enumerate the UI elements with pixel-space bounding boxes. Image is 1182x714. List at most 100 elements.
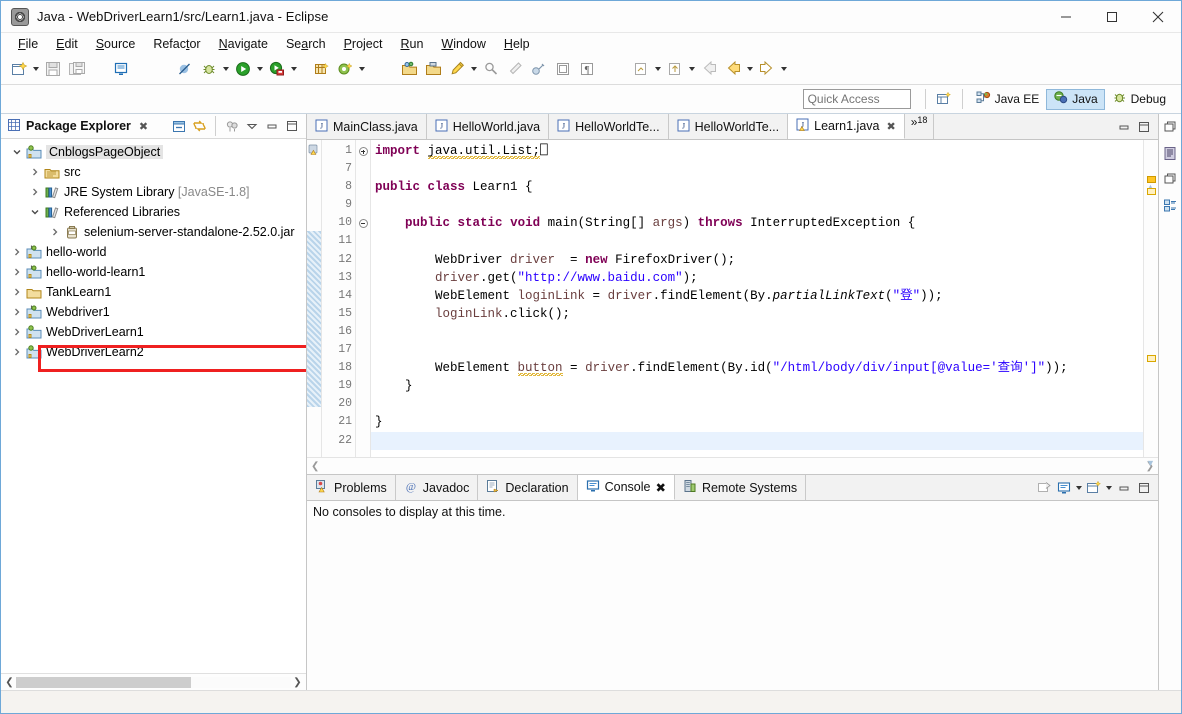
menu-source[interactable]: Source [87, 35, 145, 53]
expand-chevron-right-icon[interactable] [9, 267, 25, 277]
scroll-thumb[interactable] [16, 677, 191, 688]
tree-item-jre-system-library[interactable]: JRE System Library [JavaSE-1.8] [1, 182, 306, 202]
close-button[interactable] [1135, 1, 1181, 32]
scroll-left-icon[interactable]: ❮ [311, 461, 319, 472]
show-whitespace-icon[interactable] [552, 58, 574, 80]
collapse-all-icon[interactable] [169, 116, 189, 136]
editor-tab-mainclass-java[interactable]: J MainClass.java [307, 114, 427, 139]
maximize-editor-icon[interactable] [1134, 117, 1154, 137]
menu-run[interactable]: Run [391, 35, 432, 53]
tab-declaration[interactable]: Declaration [478, 475, 577, 500]
editor-tab-overflow[interactable]: »18 [905, 114, 935, 139]
link-with-editor-icon[interactable] [189, 116, 209, 136]
expand-chevron-down-icon[interactable] [9, 147, 25, 157]
overview-marker[interactable] [1147, 188, 1156, 195]
editor-code-text[interactable]: import java.util.List;⎕ public class Lea… [371, 140, 1143, 457]
previous-annotation-icon[interactable] [698, 58, 720, 80]
pin-editor-icon[interactable] [480, 58, 502, 80]
tree-item-webdriverlearn1[interactable]: WebDriverLearn1 [1, 322, 306, 342]
package-explorer-tree[interactable]: CnblogsPageObject src JRE System L [1, 139, 306, 673]
toggle-block-selection-icon[interactable] [528, 58, 550, 80]
expand-chevron-right-icon[interactable] [9, 347, 25, 357]
external-tools-caret[interactable] [289, 59, 299, 79]
tab-remote-systems[interactable]: Remote Systems [675, 475, 806, 500]
view-menu-icon[interactable] [242, 116, 262, 136]
next-annotation-caret[interactable] [687, 59, 697, 79]
package-explorer-hscrollbar[interactable]: ❮ ❯ [1, 673, 306, 690]
tree-item-src[interactable]: src [1, 162, 306, 182]
run-caret[interactable] [255, 59, 265, 79]
menu-edit[interactable]: Edit [47, 35, 87, 53]
close-icon[interactable]: ✖ [886, 120, 895, 133]
outline-view-icon[interactable] [1161, 144, 1179, 162]
editor-overview-ruler[interactable]: ▲ ▼ [1143, 140, 1158, 457]
expand-chevron-right-icon[interactable] [9, 247, 25, 257]
next-annotation-icon[interactable] [664, 58, 686, 80]
tab-javadoc[interactable]: @ Javadoc [396, 475, 479, 500]
editor-annotation-ruler[interactable] [307, 140, 322, 457]
view-menu-filter-icon[interactable] [222, 116, 242, 136]
tree-item-cnblogspageobject[interactable]: CnblogsPageObject [1, 142, 306, 162]
scroll-left-icon[interactable]: ❮ [3, 676, 16, 689]
new-class-caret[interactable] [357, 59, 367, 79]
tab-console[interactable]: Console ✖ [578, 475, 675, 500]
close-icon[interactable]: ✖ [139, 120, 148, 133]
menu-help[interactable]: Help [495, 35, 539, 53]
fold-collapse-icon[interactable] [359, 219, 368, 228]
expand-chevron-down-icon[interactable] [27, 207, 43, 217]
editor-tab-helloworld-java[interactable]: J HelloWorld.java [427, 114, 549, 139]
expand-chevron-right-icon[interactable] [9, 327, 25, 337]
open-console-icon[interactable] [1084, 478, 1104, 498]
restore-icon-2[interactable] [1161, 170, 1179, 188]
clear-console-icon[interactable] [1034, 478, 1054, 498]
search-icon[interactable] [446, 58, 468, 80]
last-edit-caret[interactable] [653, 59, 663, 79]
fold-expand-icon[interactable] [359, 147, 368, 156]
editor-folding-ruler[interactable] [356, 140, 371, 457]
new-dropdown-caret[interactable] [31, 59, 41, 79]
expand-chevron-right-icon[interactable] [27, 167, 43, 177]
tab-package-explorer[interactable]: Package Explorer ✖ [1, 115, 154, 138]
tree-item-tanklearn1[interactable]: TankLearn1 [1, 282, 306, 302]
new-wizard-icon[interactable] [8, 58, 30, 80]
tree-item-hello-world-learn1[interactable]: M hello-world-learn1 [1, 262, 306, 282]
save-all-icon[interactable] [66, 58, 88, 80]
open-task-icon[interactable] [422, 58, 444, 80]
restore-icon[interactable] [1161, 118, 1179, 136]
search-caret[interactable] [469, 59, 479, 79]
menu-file[interactable]: File [9, 35, 47, 53]
open-type-icon[interactable] [398, 58, 420, 80]
editor-tab-learn1-java[interactable]: J Learn1.java ✖ [788, 114, 905, 139]
scroll-down-icon[interactable]: ▼ [1146, 458, 1155, 468]
menu-navigate[interactable]: Navigate [210, 35, 277, 53]
minimize-view-icon[interactable] [1114, 478, 1134, 498]
debug-icon[interactable] [198, 58, 220, 80]
expand-chevron-right-icon[interactable] [27, 187, 43, 197]
editor-tab-helloworldte-2[interactable]: J HelloWorldTe... [669, 114, 789, 139]
run-external-tools-icon[interactable] [266, 58, 288, 80]
tree-item-webdriverlearn2[interactable]: WebDriverLearn2 [1, 342, 306, 362]
expand-chevron-right-icon[interactable] [47, 227, 63, 237]
expand-chevron-right-icon[interactable] [9, 307, 25, 317]
scroll-right-icon[interactable]: ❯ [291, 676, 304, 689]
open-console-caret[interactable] [1104, 478, 1114, 498]
back-icon[interactable] [722, 58, 744, 80]
tree-item-selenium-server-standalone-jar[interactable]: selenium-server-standalone-2.52.0.jar [1, 222, 306, 242]
tree-item-webdriver1[interactable]: M Webdriver1 [1, 302, 306, 322]
run-icon[interactable] [232, 58, 254, 80]
skip-breakpoints-icon[interactable] [174, 58, 196, 80]
show-pilcrow-icon[interactable]: ¶ [576, 58, 598, 80]
menu-refactor[interactable]: Refactor [144, 35, 209, 53]
back-caret[interactable] [745, 59, 755, 79]
overview-marker[interactable] [1147, 355, 1156, 362]
tree-item-referenced-libraries[interactable]: Referenced Libraries [1, 202, 306, 222]
last-edit-location-icon[interactable] [630, 58, 652, 80]
display-selected-console-icon[interactable] [1054, 478, 1074, 498]
debug-caret[interactable] [221, 59, 231, 79]
save-icon[interactable] [42, 58, 64, 80]
maximize-view-icon[interactable] [282, 116, 302, 136]
minimize-editor-icon[interactable] [1114, 117, 1134, 137]
perspective-java[interactable]: Java [1046, 89, 1104, 110]
maximize-button[interactable] [1089, 1, 1135, 32]
perspective-java-ee[interactable]: Java EE [969, 89, 1047, 110]
